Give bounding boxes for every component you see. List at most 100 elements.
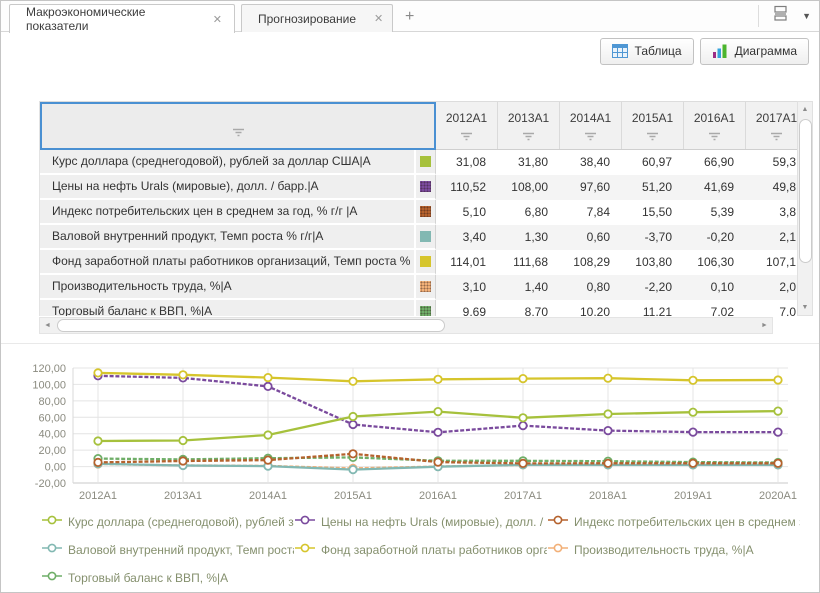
- column-header-2013A1[interactable]: 2013A1: [498, 102, 560, 149]
- x-tick-label: 2016A1: [419, 490, 457, 502]
- value-cell[interactable]: 0,10: [684, 275, 746, 300]
- value-cell[interactable]: 1,30: [498, 225, 560, 250]
- value-cell[interactable]: 5,39: [684, 200, 746, 225]
- value-cell[interactable]: 8,70: [498, 300, 560, 316]
- chevron-down-icon[interactable]: ▼: [802, 11, 811, 21]
- value-cell[interactable]: 3,10: [436, 275, 498, 300]
- series-color-swatch-cell[interactable]: [414, 275, 436, 300]
- filter-icon[interactable]: [584, 128, 597, 146]
- row-label-cell[interactable]: Индекс потребительских цен в среднем за …: [40, 200, 414, 225]
- value-cell[interactable]: 114,01: [436, 250, 498, 275]
- series-color-swatch-cell[interactable]: [414, 200, 436, 225]
- data-point-marker: [349, 466, 356, 473]
- value-cell[interactable]: 49,8: [746, 175, 797, 200]
- table-view-button[interactable]: Таблица: [600, 38, 694, 65]
- value-cell[interactable]: 11,21: [622, 300, 684, 316]
- row-label-cell[interactable]: Торговый баланс к ВВП, %|А: [40, 300, 414, 316]
- data-point-marker: [519, 414, 526, 421]
- value-cell[interactable]: 111,68: [498, 250, 560, 275]
- value-cell[interactable]: 2,1: [746, 225, 797, 250]
- series-color-swatch-cell[interactable]: [414, 150, 436, 175]
- scroll-thumb[interactable]: [799, 119, 812, 263]
- value-cell[interactable]: -0,20: [684, 225, 746, 250]
- layout-print-icon[interactable]: [771, 5, 790, 27]
- series-color-swatch-cell[interactable]: [414, 175, 436, 200]
- value-cell[interactable]: 31,80: [498, 150, 560, 175]
- legend-marker-icon: [547, 541, 569, 559]
- value-cell[interactable]: 9,69: [436, 300, 498, 316]
- value-cell[interactable]: 107,1: [746, 250, 797, 275]
- scroll-down-arrow[interactable]: ▼: [798, 300, 812, 315]
- value-cell[interactable]: 31,08: [436, 150, 498, 175]
- value-cell[interactable]: 7,0: [746, 300, 797, 316]
- filter-icon[interactable]: [232, 124, 245, 142]
- new-tab-icon[interactable]: +: [405, 9, 414, 25]
- scroll-right-arrow[interactable]: ►: [757, 318, 772, 333]
- column-header-2014A1[interactable]: 2014A1: [560, 102, 622, 149]
- value-cell[interactable]: 1,40: [498, 275, 560, 300]
- value-cell[interactable]: 59,3: [746, 150, 797, 175]
- value-cell[interactable]: 10,20: [560, 300, 622, 316]
- value-cell[interactable]: 38,40: [560, 150, 622, 175]
- scroll-up-arrow[interactable]: ▲: [798, 102, 812, 117]
- value-cell[interactable]: 106,30: [684, 250, 746, 275]
- value-cell[interactable]: 7,02: [684, 300, 746, 316]
- value-cell[interactable]: 66,90: [684, 150, 746, 175]
- chart-button-label: Диаграмма: [735, 44, 797, 58]
- column-header-label: 2014A1: [570, 111, 611, 125]
- value-cell[interactable]: 2,0: [746, 275, 797, 300]
- row-label-cell[interactable]: Производительность труда, %|А: [40, 275, 414, 300]
- value-cell[interactable]: 51,20: [622, 175, 684, 200]
- data-point-marker: [264, 431, 271, 438]
- series-color-swatch-cell[interactable]: [414, 300, 436, 316]
- data-grid: 2012A12013A1 2014A1 2015A12016A12017A1 Кур…: [39, 101, 797, 316]
- legend-marker-icon: [547, 513, 569, 531]
- column-header-2017A1[interactable]: 2017A1: [746, 102, 797, 149]
- value-cell[interactable]: 103,80: [622, 250, 684, 275]
- filter-icon[interactable]: [770, 128, 783, 146]
- row-label-cell[interactable]: Курс доллара (среднегодовой), рублей за …: [40, 150, 414, 175]
- value-cell[interactable]: 108,29: [560, 250, 622, 275]
- legend-label: Цены на нефть Urals (мировые), долл. / б…: [321, 515, 547, 529]
- row-label-cell[interactable]: Валовой внутренний продукт, Темп роста %…: [40, 225, 414, 250]
- horizontal-scrollbar[interactable]: ◄ ►: [39, 317, 773, 334]
- column-header-2015A1[interactable]: 2015A1: [622, 102, 684, 149]
- value-cell[interactable]: 97,60: [560, 175, 622, 200]
- row-label-cell[interactable]: Цены на нефть Urals (мировые), долл. / б…: [40, 175, 414, 200]
- value-cell[interactable]: -2,20: [622, 275, 684, 300]
- filter-icon[interactable]: [522, 128, 535, 146]
- filter-icon[interactable]: [460, 128, 473, 146]
- value-cell[interactable]: 110,52: [436, 175, 498, 200]
- value-cell[interactable]: -3,70: [622, 225, 684, 250]
- value-cell[interactable]: 7,84: [560, 200, 622, 225]
- value-cell[interactable]: 0,60: [560, 225, 622, 250]
- series-color-swatch-cell[interactable]: [414, 250, 436, 275]
- scroll-left-arrow[interactable]: ◄: [40, 318, 55, 333]
- tab-macro-indicators[interactable]: Макроэкономические показатели ✕: [9, 4, 235, 33]
- close-icon[interactable]: ✕: [213, 13, 222, 26]
- series-color-swatch: [420, 256, 431, 267]
- value-cell[interactable]: 3,8: [746, 200, 797, 225]
- value-cell[interactable]: 15,50: [622, 200, 684, 225]
- value-cell[interactable]: 0,80: [560, 275, 622, 300]
- value-cell[interactable]: 60,97: [622, 150, 684, 175]
- vertical-scrollbar[interactable]: ▲ ▼: [797, 101, 813, 316]
- value-cell[interactable]: 108,00: [498, 175, 560, 200]
- tab-forecasting[interactable]: Прогнозирование ✕: [241, 4, 393, 32]
- value-cell[interactable]: 5,10: [436, 200, 498, 225]
- column-header-2012A1[interactable]: 2012A1: [436, 102, 498, 149]
- table-row: Индекс потребительских цен в среднем за …: [40, 200, 797, 225]
- row-label-cell[interactable]: Фонд заработной платы работников организ…: [40, 250, 414, 275]
- value-cell[interactable]: 3,40: [436, 225, 498, 250]
- chart-view-button[interactable]: Диаграмма: [700, 38, 809, 65]
- value-cell[interactable]: 6,80: [498, 200, 560, 225]
- column-header-2016A1[interactable]: 2016A1: [684, 102, 746, 149]
- filter-icon[interactable]: [646, 128, 659, 146]
- series-color-swatch-cell[interactable]: [414, 225, 436, 250]
- data-point-marker: [349, 413, 356, 420]
- value-cell[interactable]: 41,69: [684, 175, 746, 200]
- close-icon[interactable]: ✕: [374, 12, 383, 25]
- scroll-thumb[interactable]: [57, 319, 445, 332]
- filter-icon[interactable]: [708, 128, 721, 146]
- row-header-cell-selected[interactable]: [40, 102, 436, 150]
